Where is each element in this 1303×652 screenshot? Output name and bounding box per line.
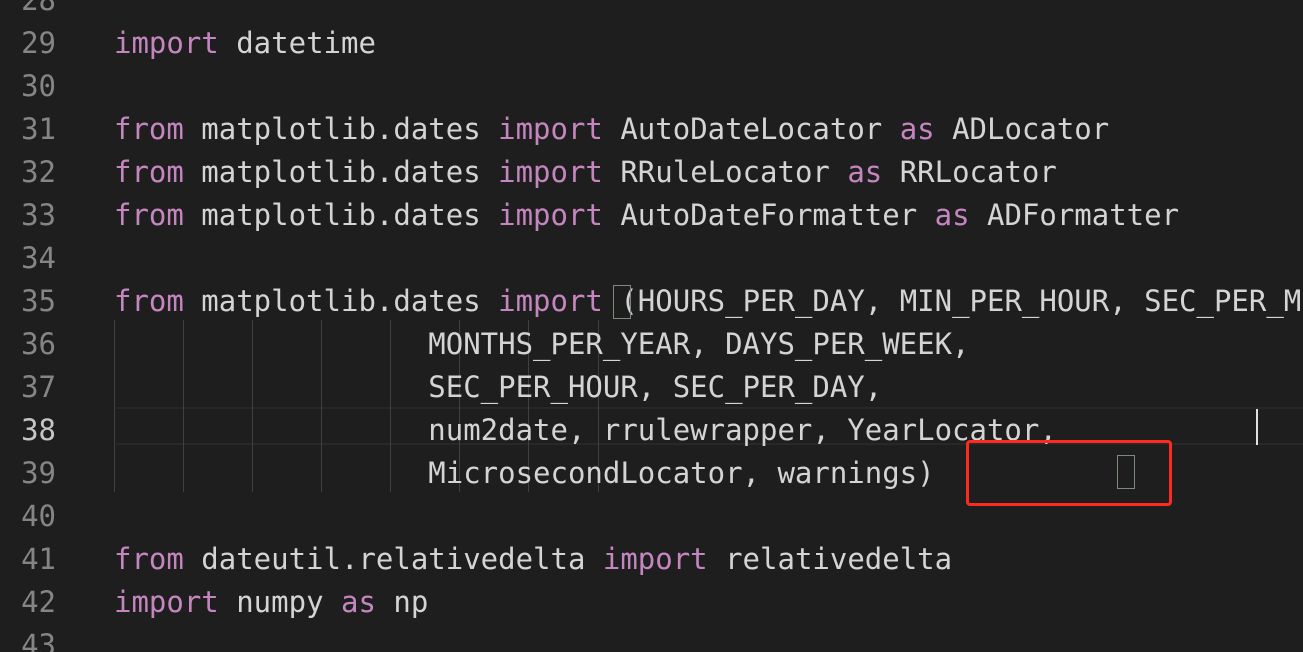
code-text[interactable]: MicrosecondLocator, warnings) [114,452,935,495]
keyword-token: from [114,284,184,318]
identifier-token: (HOURS_PER_DAY, MIN_PER_HOUR, SEC_PER_MI [602,284,1303,318]
identifier-token: matplotlib.dates [183,155,499,189]
code-line[interactable]: 29 import datetime [0,22,1303,65]
code-line[interactable]: 28 [0,0,1303,22]
code-line[interactable]: 35 from matplotlib.dates import (HOURS_PE… [0,280,1303,323]
line-number[interactable]: 42 [0,581,56,624]
identifier-token: matplotlib.dates [183,112,499,146]
keyword-token: from [114,542,184,576]
line-number[interactable]: 39 [0,452,56,495]
code-line[interactable]: 37 SEC_PER_HOUR, SEC_PER_DAY, [0,366,1303,409]
identifier-token: SEC_PER_HOUR, SEC_PER_DAY, [114,370,883,404]
line-number[interactable]: 37 [0,366,56,409]
line-number[interactable]: 38 [0,409,56,452]
line-number[interactable]: 33 [0,194,56,237]
code-line[interactable]: 31 from matplotlib.dates import AutoDateL… [0,108,1303,151]
code-text[interactable]: from matplotlib.dates import RRuleLocato… [114,151,1057,194]
keyword-token: import [498,155,603,189]
code-text[interactable]: num2date, rrulewrapper, YearLocator, [114,409,1057,452]
bracket-match-open [613,285,631,319]
code-line[interactable]: 34 [0,237,1303,280]
identifier-token: matplotlib.dates [183,284,499,318]
keyword-token: from [114,112,184,146]
identifier-token: MicrosecondLocator, warnings) [114,456,935,490]
annotation-highlight-box [966,440,1172,506]
keyword-token: import [498,198,603,232]
code-text[interactable]: MONTHS_PER_YEAR, DAYS_PER_WEEK, [114,323,970,366]
identifier-token: datetime [218,26,376,60]
code-text[interactable]: from dateutil.relativedelta import relat… [114,538,952,581]
line-number[interactable]: 36 [0,323,56,366]
line-number[interactable]: 29 [0,22,56,65]
code-line[interactable]: 42 import numpy as np [0,581,1303,624]
keyword-token: import [602,542,708,576]
keyword-token: import [498,284,603,318]
keyword-token: as [847,155,883,189]
line-number[interactable]: 43 [0,624,56,652]
keyword-token: from [114,198,184,232]
keyword-token: as [934,198,970,232]
code-editor[interactable]: 28 29 import datetime 30 31 from matplotlib.d… [0,0,1303,652]
text-cursor [1256,409,1258,445]
line-number[interactable]: 31 [0,108,56,151]
line-number[interactable]: 34 [0,237,56,280]
code-line[interactable]: 32 from matplotlib.dates import RRuleLoca… [0,151,1303,194]
identifier-token: np [375,585,429,619]
code-line[interactable]: 41 from dateutil.relativedelta import rel… [0,538,1303,581]
keyword-token: as [899,112,935,146]
identifier-token: relativedelta [707,542,953,576]
identifier-token: ADFormatter [969,198,1180,232]
code-text[interactable]: from matplotlib.dates import AutoDateLoc… [114,108,1109,151]
line-number[interactable]: 40 [0,495,56,538]
identifier-token: matplotlib.dates [183,198,499,232]
keyword-token: import [498,112,603,146]
line-number[interactable]: 28 [0,0,56,22]
code-text[interactable]: import datetime [114,22,376,65]
identifier-token: RRLocator [882,155,1057,189]
keyword-token: import [114,26,219,60]
code-line[interactable]: 33 from matplotlib.dates import AutoDateF… [0,194,1303,237]
identifier-token: dateutil.relativedelta [183,542,603,576]
identifier-token: ADLocator [934,112,1110,146]
identifier-token: AutoDateLocator [602,112,900,146]
keyword-token: from [114,155,184,189]
code-text[interactable]: SEC_PER_HOUR, SEC_PER_DAY, [114,366,882,409]
code-text[interactable]: from matplotlib.dates import AutoDateFor… [114,194,1179,237]
code-text[interactable]: import numpy as np [114,581,428,624]
code-line[interactable]: 30 [0,65,1303,108]
keyword-token: import [114,585,219,619]
identifier-token: RRuleLocator [602,155,848,189]
line-number[interactable]: 30 [0,65,56,108]
line-number[interactable]: 35 [0,280,56,323]
line-number[interactable]: 41 [0,538,56,581]
code-text[interactable]: from matplotlib.dates import (HOURS_PER_… [114,280,1303,323]
identifier-token: MONTHS_PER_YEAR, DAYS_PER_WEEK, [114,327,970,361]
identifier-token: AutoDateFormatter [602,198,935,232]
identifier-token: numpy [218,585,341,619]
code-line[interactable]: 36 MONTHS_PER_YEAR, DAYS_PER_WEEK, [0,323,1303,366]
code-line[interactable]: 43 [0,624,1303,652]
line-number[interactable]: 32 [0,151,56,194]
keyword-token: as [340,585,376,619]
identifier-token: num2date, rrulewrapper, YearLocator, [114,413,1057,447]
